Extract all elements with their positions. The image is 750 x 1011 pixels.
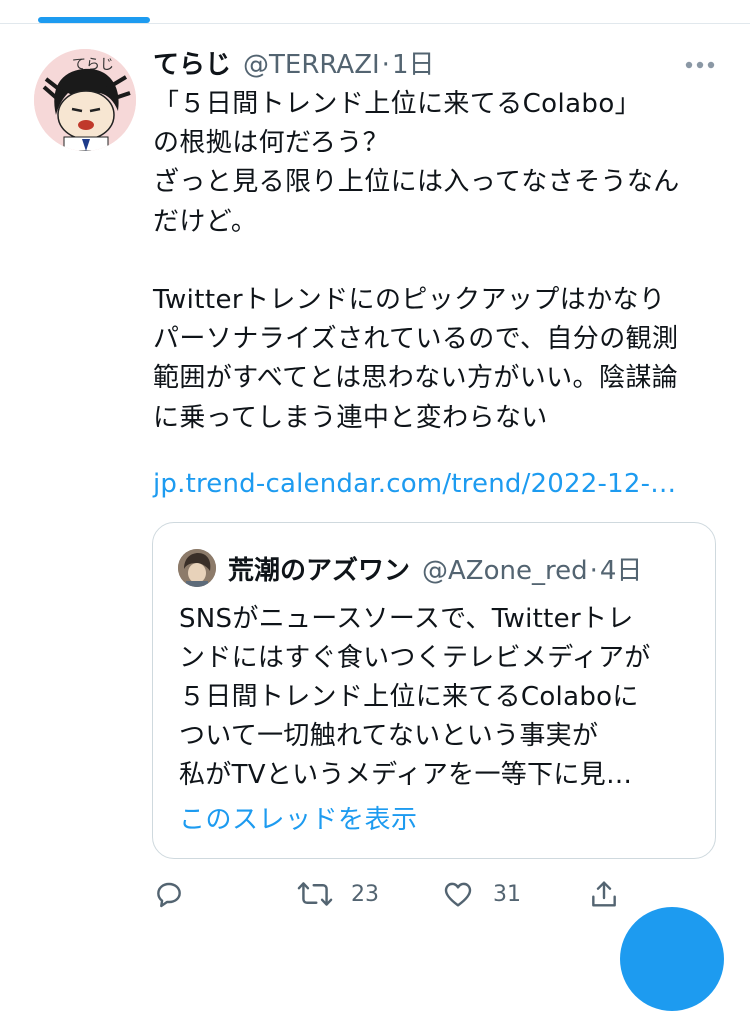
tweet-text-line: だけど。: [153, 206, 258, 237]
like-count: 31: [493, 881, 521, 907]
reply-button[interactable]: [153, 870, 185, 918]
quoted-text: SNSがニュースソースで、Twitterトレ ンドにはすぐ食いつくテレビメディア…: [179, 600, 651, 795]
retweet-button[interactable]: 23: [297, 870, 379, 918]
retweet-count: 23: [351, 881, 379, 907]
separator-dot: ·: [381, 50, 390, 80]
retweet-icon: [297, 882, 333, 906]
action-bar: 23 31: [0, 870, 750, 918]
tweet-text-line: Twitterトレンドにのピックアップはかなり: [153, 284, 666, 315]
quoted-text-line: ついて一切触れてないという事実が: [179, 721, 599, 751]
quoted-timestamp[interactable]: 4日: [600, 550, 643, 587]
quoted-avatar[interactable]: [178, 549, 216, 587]
quoted-text-line: ンドにはすぐ食いつくテレビメディアが: [179, 643, 651, 673]
tweet-text-line: ざっと見る限り上位には入ってなさそうなん: [153, 167, 680, 198]
tweet-text-line: パーソナライズされているので、自分の観測: [153, 324, 679, 355]
quoted-handle[interactable]: @AZone_red: [422, 556, 588, 586]
tweet-text-line: の根拠は何だろう？: [153, 128, 390, 159]
quoted-text-line: SNSがニュースソースで、Twitterトレ: [179, 604, 634, 634]
quoted-header: 荒潮のアズワン @AZone_red · 4日: [228, 550, 642, 587]
quoted-text-line: ５日間トレンド上位に来てるColaboに: [179, 682, 639, 712]
show-thread-link[interactable]: このスレッドを表示: [179, 799, 418, 836]
quoted-text-line: 私がTVというメディアを一等下に見…: [179, 760, 633, 790]
tweet-text-line: 範囲がすべてとは思わない方がいい。陰謀論: [153, 363, 679, 394]
compose-fab[interactable]: [620, 907, 724, 1011]
paragraph-break: [153, 242, 728, 281]
tweet-text-line: 「５日間トレンド上位に来てるColabo」: [153, 89, 642, 119]
tweet-link[interactable]: jp.trend-calendar.com/trend/2022-12-…: [153, 469, 676, 499]
quoted-separator-dot: ·: [589, 556, 598, 586]
tweet-text-line: に乗ってしまう連中と変わらない: [153, 402, 548, 433]
reply-icon: [157, 882, 181, 908]
tweet-text: 「５日間トレンド上位に来てるColabo」 の根拠は何だろう？ ざっと見る限り上…: [153, 85, 728, 438]
share-icon: [592, 881, 616, 907]
top-divider: [0, 23, 750, 24]
timestamp[interactable]: 1日: [392, 44, 435, 81]
heart-icon: [444, 882, 472, 907]
tweet-header: てらじ @TERRAZI · 1日: [153, 44, 435, 81]
avatar[interactable]: てらじ: [34, 49, 136, 151]
handle[interactable]: @TERRAZI: [243, 50, 380, 80]
share-button[interactable]: [588, 870, 620, 918]
display-name[interactable]: てらじ: [153, 44, 231, 81]
quoted-tweet[interactable]: 荒潮のアズワン @AZone_red · 4日 SNSがニュースソースで、Twi…: [152, 522, 716, 859]
like-button[interactable]: 31: [441, 870, 521, 918]
more-options-icon[interactable]: [684, 60, 716, 70]
quoted-display-name[interactable]: 荒潮のアズワン: [228, 550, 410, 587]
